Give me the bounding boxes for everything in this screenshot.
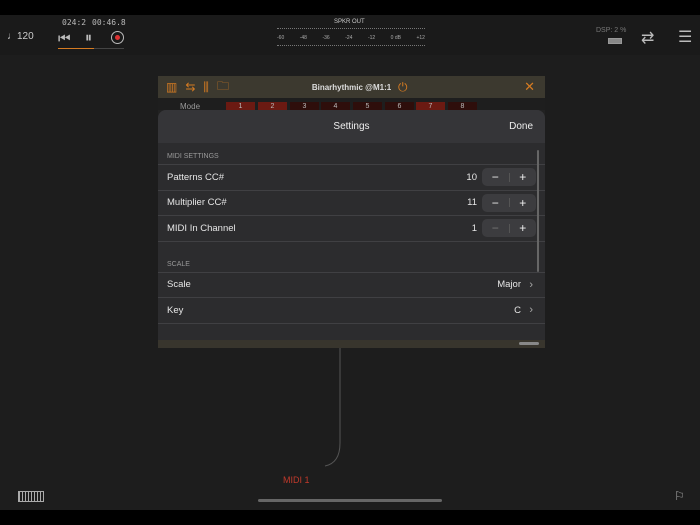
- patterns-cc-stepper[interactable]: − +: [482, 168, 536, 186]
- settings-row-midi-in-channel: MIDI In Channel 1 − +: [158, 215, 545, 241]
- decrement-button[interactable]: −: [482, 170, 509, 184]
- tempo[interactable]: ♩120: [7, 31, 34, 42]
- home-indicator: [258, 499, 442, 502]
- mode-cell[interactable]: 3: [290, 102, 319, 110]
- plugin-title: Binarhythmic @M1:1: [311, 83, 392, 92]
- row-label: Patterns CC#: [167, 171, 225, 183]
- section-header-midi: MIDI SETTINGS: [167, 153, 219, 160]
- keyboard-icon[interactable]: [18, 491, 44, 502]
- decrement-button[interactable]: −: [482, 221, 509, 235]
- row-label: MIDI In Channel: [167, 222, 236, 234]
- row-value: Major: [497, 279, 521, 291]
- meter-tick: -36: [322, 35, 330, 41]
- plugin-footer: [158, 340, 545, 348]
- mode-row: Mode 1 2 3 4 5 6 7 8: [158, 98, 545, 110]
- row-value: 10: [466, 171, 477, 183]
- progress-bar: [58, 48, 94, 49]
- position-readout: 024:2: [62, 18, 87, 27]
- increment-button[interactable]: +: [510, 221, 537, 235]
- row-value: 11: [467, 197, 477, 209]
- output-meter: -60 -48 -36 -24 -12 0 dB +12: [277, 28, 425, 46]
- scrollbar[interactable]: [537, 150, 539, 272]
- mode-label: Mode: [180, 102, 201, 110]
- done-button[interactable]: Done: [509, 121, 533, 132]
- row-value: 1: [471, 222, 477, 234]
- pause-icon[interactable]: ⏸: [85, 29, 92, 46]
- settings-row-patterns-cc: Patterns CC# 10 − +: [158, 164, 545, 190]
- settings-header: Settings Done: [158, 110, 545, 143]
- mode-cell[interactable]: 4: [321, 102, 350, 110]
- time-readout: 00:46.8: [92, 18, 126, 27]
- close-icon[interactable]: ✕: [524, 79, 535, 95]
- mode-cell[interactable]: 8: [448, 102, 477, 110]
- meter-tick: 0 dB: [390, 35, 401, 41]
- bottom-bar: [0, 510, 700, 525]
- bookmark-icon[interactable]: ⚐: [674, 489, 685, 503]
- settings-title: Settings: [333, 121, 370, 132]
- chevron-right-icon: ›: [529, 304, 533, 317]
- mode-cell[interactable]: 2: [258, 102, 287, 110]
- chevron-right-icon: ›: [529, 278, 533, 291]
- decrement-button[interactable]: −: [482, 196, 509, 210]
- section-header-scale: SCALE: [167, 260, 190, 268]
- settings-row-scale[interactable]: Scale Major ›: [158, 271, 545, 298]
- meter-tick: -48: [299, 35, 307, 41]
- increment-button[interactable]: +: [510, 196, 537, 210]
- row-value: C: [514, 304, 521, 316]
- meter-tick: -60: [277, 35, 285, 41]
- mode-cell[interactable]: 7: [416, 102, 445, 110]
- multiplier-cc-stepper[interactable]: − +: [482, 193, 537, 212]
- settings-row-key[interactable]: Key C ›: [158, 297, 545, 323]
- record-icon: [115, 35, 120, 40]
- row-label: Scale: [167, 279, 191, 291]
- battery-icon: [608, 38, 622, 44]
- meter-tick: -12: [367, 35, 376, 41]
- row-label: Key: [167, 304, 184, 316]
- menu-icon[interactable]: ☰: [678, 27, 692, 47]
- dsp-readout: DSP: 2 %: [596, 27, 627, 34]
- settings-sheet: Settings Done MIDI SETTINGS Patterns CC#…: [158, 110, 545, 340]
- meter-tick: +12: [416, 35, 425, 41]
- rewind-icon[interactable]: ⏮: [58, 30, 71, 47]
- mode-cell[interactable]: 5: [353, 102, 382, 110]
- transport-toolbar: ♩120 024:2 00:46.8 ⏮ ⏸ SPKR OUT -60 -48 -3…: [0, 15, 700, 55]
- row-label: Multiplier CC#: [167, 197, 227, 209]
- midi-node-label[interactable]: MIDI 1: [283, 475, 310, 485]
- midi-channel-stepper[interactable]: − +: [482, 219, 536, 237]
- meter-tick: -24: [345, 35, 353, 41]
- mode-cell[interactable]: 1: [226, 102, 255, 110]
- settings-row-multiplier-cc: Multiplier CC# 11 − +: [158, 189, 545, 216]
- record-button[interactable]: [111, 31, 124, 44]
- meter-label: SPKR OUT: [334, 19, 365, 25]
- plugin-header: ▥ ⇆ ⫼ 🗀 Binarhythmic @M1:1 ⏻ ✕: [158, 76, 545, 98]
- routing-icon[interactable]: ⇄: [641, 28, 654, 48]
- resize-handle[interactable]: [519, 342, 539, 345]
- status-bar: [0, 0, 700, 15]
- connection-cable: [324, 348, 341, 467]
- plugin-window: ▥ ⇆ ⫼ 🗀 Binarhythmic @M1:1 ⏻ ✕ Mode 1 2 …: [158, 76, 545, 348]
- mode-cell[interactable]: 6: [385, 102, 414, 110]
- power-icon[interactable]: ⏻: [398, 80, 408, 95]
- increment-button[interactable]: +: [510, 170, 537, 184]
